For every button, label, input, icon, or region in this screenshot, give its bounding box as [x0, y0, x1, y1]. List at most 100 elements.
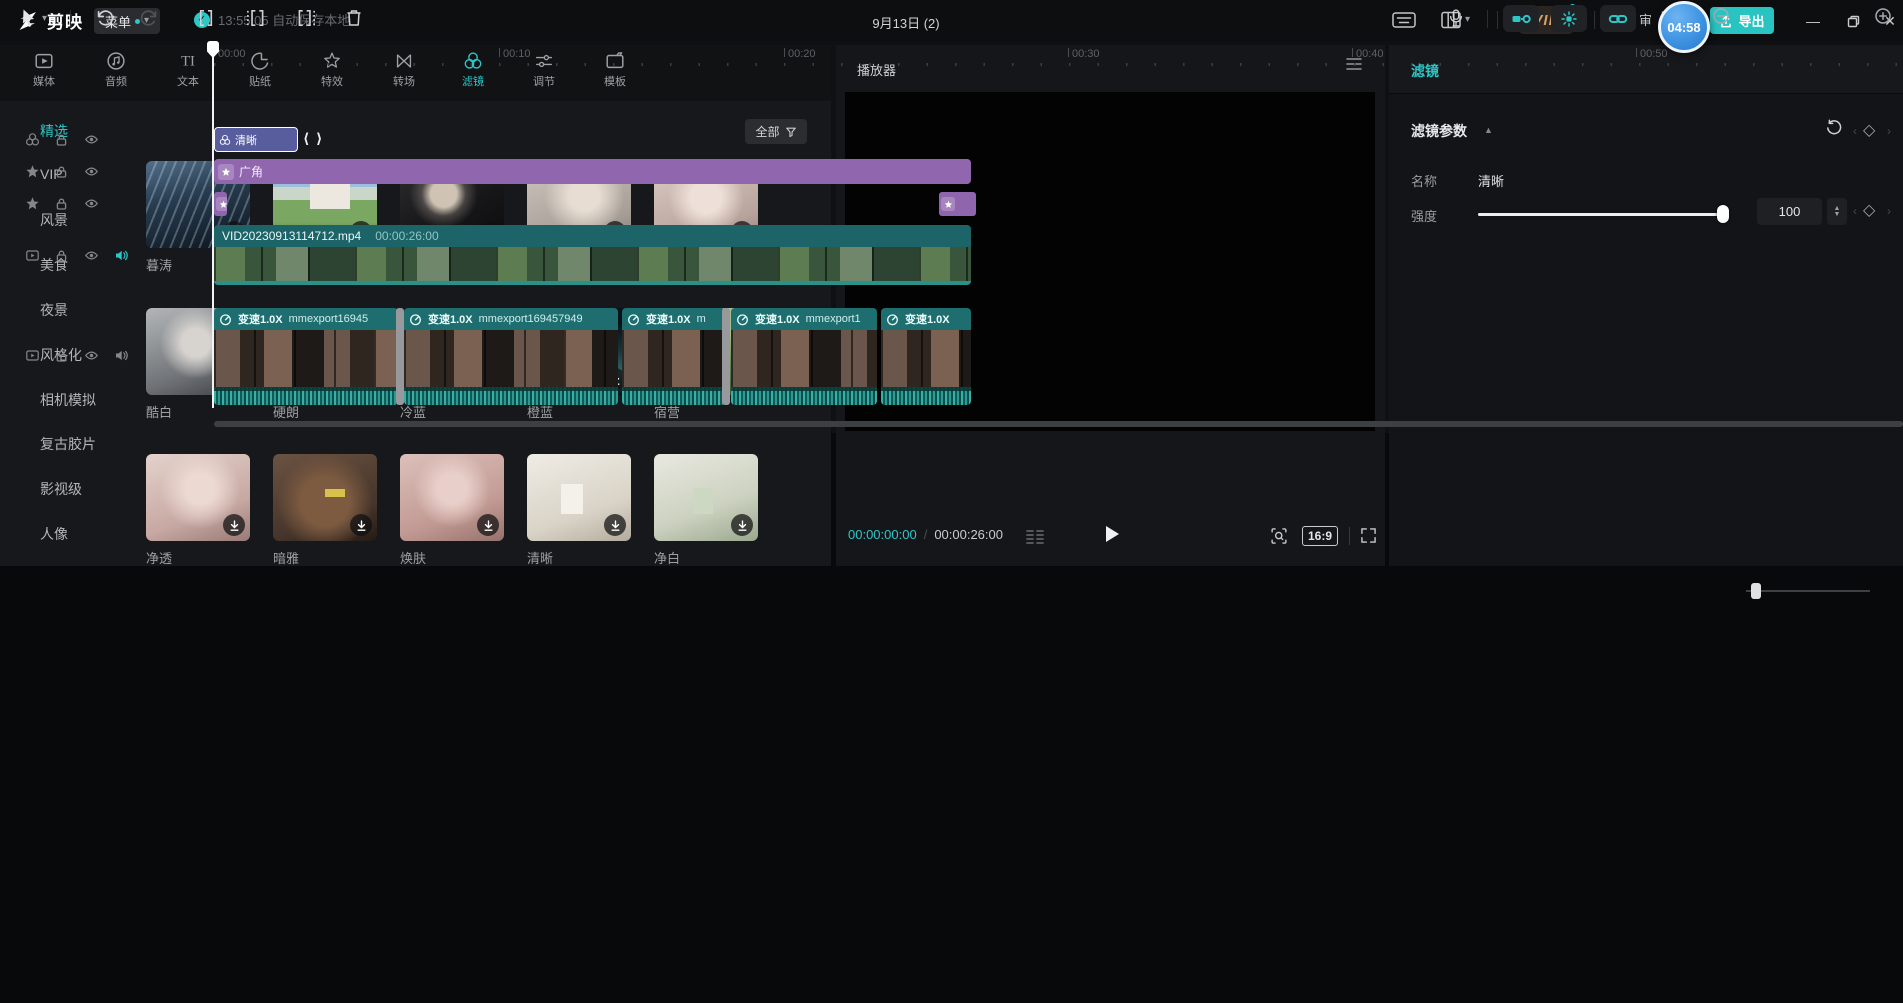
filter-all-dropdown[interactable]: 全部 — [745, 119, 807, 144]
lock-icon[interactable] — [54, 132, 69, 147]
minimize-button[interactable]: — — [1802, 10, 1824, 32]
filter-card[interactable]: 焕肤 — [400, 454, 504, 566]
strength-stepper[interactable]: ▲▼ — [1827, 198, 1847, 225]
timecode: 00:00:00:00 / 00:00:26:00 — [848, 527, 1003, 542]
shortcut-keyboard-button[interactable] — [1391, 10, 1417, 30]
filter-card[interactable]: 净白 — [654, 454, 758, 566]
filter-thumbnail[interactable] — [654, 454, 758, 541]
effect-clip[interactable]: 广角 — [214, 159, 971, 184]
keyframe-next-icon[interactable]: › — [1887, 204, 1891, 218]
download-icon[interactable] — [604, 514, 626, 536]
play-button[interactable] — [1102, 523, 1122, 545]
eye-icon[interactable] — [84, 196, 99, 211]
eye-icon[interactable] — [84, 248, 99, 263]
download-icon[interactable] — [350, 514, 372, 536]
filter-thumbnail[interactable] — [527, 454, 631, 541]
split-button[interactable] — [195, 7, 217, 29]
tab-media[interactable]: 媒体 — [9, 50, 79, 98]
fullscreen-button[interactable] — [1358, 525, 1379, 546]
split-left-button[interactable] — [245, 7, 267, 29]
filter-thumbnail[interactable] — [273, 454, 377, 541]
filter-card[interactable]: 净透 — [146, 454, 250, 566]
sidebar-item-night[interactable]: 夜景 — [40, 300, 68, 320]
tab-templates[interactable]: 模板 — [580, 50, 650, 98]
sidebar-item-scenery[interactable]: 风景 — [40, 210, 68, 230]
collapse-caret-icon[interactable]: ▲ — [1484, 125, 1493, 135]
lock-icon[interactable] — [54, 348, 69, 363]
keyframe-diamond-icon[interactable]: ◇ — [1863, 120, 1875, 140]
strength-slider-track[interactable] — [1478, 213, 1724, 216]
keyframe-diamond-icon[interactable]: ◇ — [1863, 200, 1875, 220]
playhead[interactable] — [212, 41, 214, 408]
filter-card[interactable]: 清晰 — [527, 454, 631, 566]
eye-icon[interactable] — [84, 348, 99, 363]
sidebar-item-camera-sim[interactable]: 相机模拟 — [40, 390, 96, 410]
undo-button[interactable] — [94, 8, 114, 28]
eye-icon[interactable] — [84, 164, 99, 179]
filter-card[interactable]: 暗雅 — [273, 454, 377, 566]
media-clip[interactable]: 变速1.0X m — [622, 308, 725, 405]
filter-clip-selected[interactable]: 清晰 — [214, 127, 298, 152]
sidebar-item-cinematic[interactable]: 影视级 — [40, 479, 82, 499]
media-clip[interactable]: 变速1.0X mmexport1 — [731, 308, 877, 405]
snapshot-button[interactable] — [1268, 525, 1290, 547]
main-track-magnet-toggle[interactable] — [1503, 5, 1539, 32]
lock-icon[interactable] — [54, 196, 69, 211]
select-tool-button[interactable] — [18, 7, 38, 29]
strength-slider-handle[interactable] — [1717, 205, 1729, 223]
speaker-icon[interactable] — [114, 348, 129, 363]
reset-button[interactable] — [1825, 118, 1843, 136]
lock-icon[interactable] — [54, 248, 69, 263]
stepper-down-icon[interactable]: ▼ — [1834, 212, 1841, 218]
tab-transitions[interactable]: 转场 — [369, 50, 439, 98]
timeline-horizontal-scrollbar[interactable] — [214, 421, 1903, 427]
tab-audio[interactable]: 音频 — [81, 50, 151, 98]
asset-tab-bar: 媒体 音频 TI 文本 贴纸 特效 转场 滤镜 调节 — [0, 45, 831, 101]
download-icon[interactable] — [477, 514, 499, 536]
zoom-in-button[interactable] — [1874, 7, 1892, 25]
speaker-icon[interactable] — [114, 248, 129, 263]
speed-icon — [886, 313, 899, 326]
split-right-button[interactable] — [295, 7, 317, 29]
media-clip[interactable]: 变速1.0X — [881, 308, 971, 405]
preview-compare-button[interactable] — [1024, 528, 1046, 546]
tab-filters[interactable]: 滤镜 — [438, 50, 508, 98]
delete-button[interactable] — [344, 7, 364, 29]
trim-handle-left[interactable]: ⟨ — [303, 131, 309, 145]
download-icon[interactable] — [731, 514, 753, 536]
lock-icon[interactable] — [54, 164, 69, 179]
auto-snap-toggle[interactable] — [1551, 5, 1587, 32]
recording-timer-overlay[interactable]: 04:58 — [1658, 1, 1710, 53]
keyframe-prev-icon[interactable]: ‹ — [1853, 204, 1857, 218]
tool-chevron-icon[interactable]: ▾ — [42, 14, 47, 24]
aspect-ratio-button[interactable]: 16:9 — [1302, 526, 1338, 546]
timeline-zoom-slider[interactable] — [1746, 590, 1870, 592]
clip-trim-bar[interactable] — [722, 308, 730, 405]
clip-trim-bar[interactable] — [396, 308, 404, 405]
filter-thumbnail[interactable] — [400, 454, 504, 541]
filter-thumbnail[interactable] — [146, 454, 250, 541]
sidebar-item-portrait[interactable]: 人像 — [40, 524, 68, 544]
media-clip[interactable]: 变速1.0X mmexport169457949 — [404, 308, 618, 405]
sidebar-item-retro-film[interactable]: 复古胶片 — [40, 434, 96, 454]
tab-label: 转场 — [393, 77, 415, 88]
download-icon[interactable] — [223, 514, 245, 536]
effect-clip-sliver[interactable] — [214, 192, 227, 216]
restore-button[interactable] — [1842, 10, 1864, 32]
media-clip[interactable]: 变速1.0X mmexport16945 — [214, 308, 398, 405]
redo-button[interactable] — [140, 8, 160, 28]
eye-icon[interactable] — [84, 132, 99, 147]
zoom-out-button[interactable] — [1712, 7, 1730, 25]
media-clip-header: 变速1.0X m — [622, 308, 725, 330]
project-title: 9月13日 (2) — [816, 13, 996, 32]
video-clip[interactable]: VID20230913114712.mp4 00:00:26:00 — [214, 225, 971, 285]
tab-effects[interactable]: 特效 — [297, 50, 367, 98]
trim-handle-right[interactable]: ⟩ — [316, 131, 322, 145]
record-voiceover-button[interactable] — [1446, 6, 1466, 30]
keyframe-prev-icon[interactable]: ‹ — [1853, 124, 1857, 138]
effect-clip-small[interactable] — [939, 192, 976, 216]
timeline-zoom-handle[interactable] — [1751, 583, 1761, 599]
keyframe-next-icon[interactable]: › — [1887, 124, 1891, 138]
link-clips-toggle[interactable] — [1600, 5, 1636, 32]
strength-value-box[interactable]: 100 — [1757, 198, 1822, 225]
